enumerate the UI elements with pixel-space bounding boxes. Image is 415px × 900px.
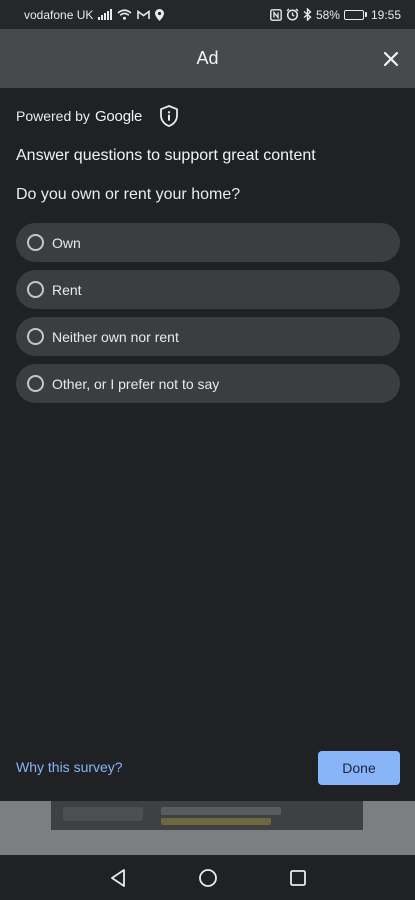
battery-percent: 58% [315, 7, 340, 22]
radio-button[interactable] [27, 375, 44, 392]
option-neither[interactable]: Neither own nor rent [16, 317, 400, 356]
wifi-icon [117, 8, 132, 22]
status-left: vodafone UK [24, 7, 165, 22]
banner-ad[interactable] [51, 801, 363, 830]
ad-header: Ad [0, 29, 415, 88]
gmail-icon [137, 8, 151, 22]
home-icon [198, 868, 217, 887]
radio-button[interactable] [27, 281, 44, 298]
survey-panel: Powered by Google Answer questions to su… [0, 88, 415, 801]
signal-icon [98, 8, 113, 22]
option-label: Other, or I prefer not to say [52, 375, 220, 392]
radio-button[interactable] [27, 234, 44, 251]
navigation-bar [0, 855, 415, 900]
recents-button[interactable] [283, 863, 313, 893]
powered-by: Powered by Google [16, 105, 179, 127]
recents-icon [289, 869, 306, 886]
clock: 19:55 [370, 7, 401, 22]
header-title: Ad [196, 48, 219, 68]
done-button[interactable]: Done [318, 751, 400, 785]
battery-icon [343, 9, 367, 20]
radio-button[interactable] [27, 328, 44, 345]
survey-question: Do you own or rent your home? [16, 186, 241, 203]
banner-ad-area [0, 801, 415, 855]
survey-heading: Answer questions to support great conten… [16, 147, 316, 164]
close-icon [383, 51, 399, 66]
why-this-survey-link[interactable]: Why this survey? [16, 759, 123, 775]
option-other[interactable]: Other, or I prefer not to say [16, 364, 400, 403]
home-button[interactable] [193, 863, 223, 893]
option-own[interactable]: Own [16, 223, 400, 262]
powered-by-label: Powered by [16, 108, 90, 124]
carrier-label: vodafone UK [24, 7, 94, 22]
bluetooth-icon [303, 8, 312, 22]
answer-options: Own Rent Neither own nor rent Other, or … [16, 223, 400, 411]
nfc-icon [270, 8, 282, 22]
close-button[interactable] [379, 47, 403, 71]
back-button[interactable] [103, 863, 133, 893]
option-rent[interactable]: Rent [16, 270, 400, 309]
option-label: Own [52, 234, 81, 251]
alarm-icon [286, 8, 299, 22]
info-shield-icon[interactable] [159, 105, 179, 127]
status-right: 58% 19:55 [270, 8, 401, 22]
google-logo: Google [94, 107, 143, 125]
status-bar: vodafone UK 58% 19:55 [0, 0, 415, 29]
option-label: Neither own nor rent [52, 328, 179, 345]
back-icon [110, 868, 125, 887]
option-label: Rent [52, 281, 82, 298]
location-icon [155, 8, 165, 22]
